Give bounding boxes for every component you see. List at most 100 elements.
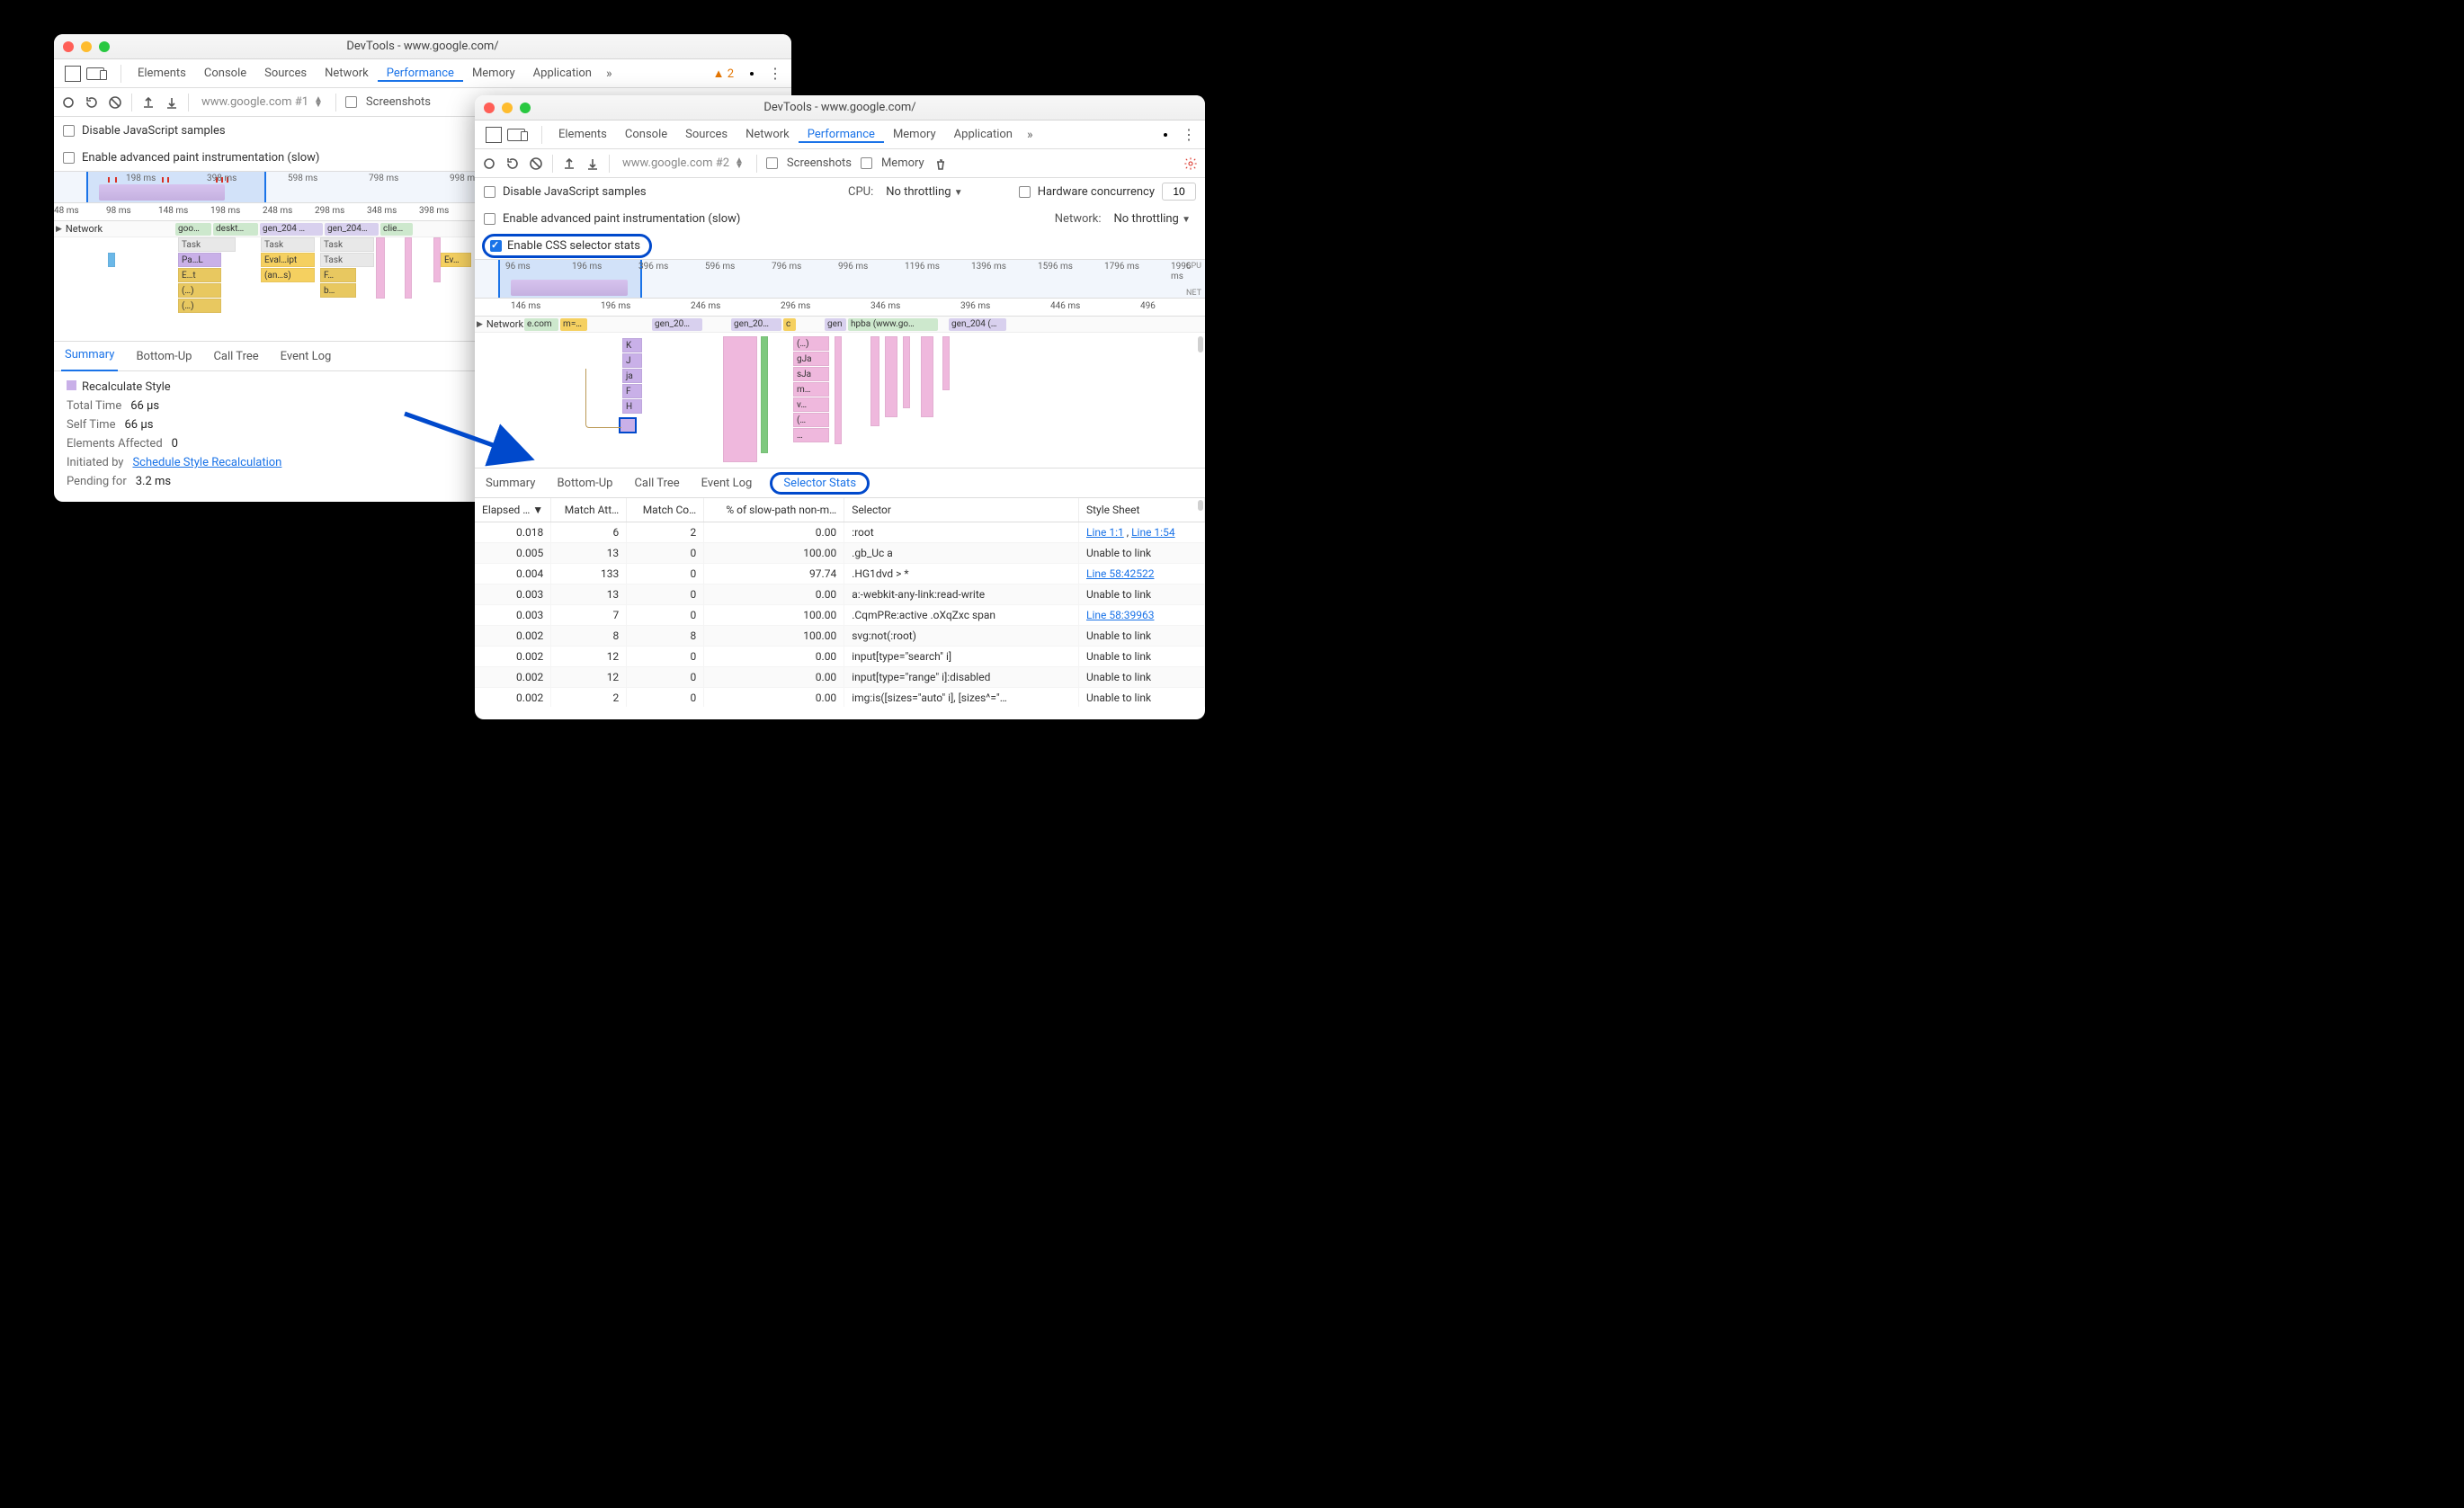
tab-performance[interactable]: Performance [799, 128, 884, 143]
cpu-throttle-select[interactable]: No throttling ▼ [880, 185, 968, 199]
settings-icon[interactable] [1158, 128, 1173, 142]
network-throttle-select[interactable]: No throttling ▼ [1109, 212, 1196, 226]
kebab-icon[interactable]: ⋮ [1182, 126, 1196, 143]
upload-icon[interactable] [562, 156, 576, 171]
table-row[interactable]: 0.004133097.74.HG1dvd > *Line 58:42522 [475, 564, 1205, 584]
tab-sources[interactable]: Sources [255, 67, 316, 80]
net-bar[interactable]: deskt… [213, 223, 258, 236]
memory-checkbox[interactable] [861, 157, 872, 169]
reload-record-icon[interactable] [505, 156, 520, 171]
hw-concurrency-input[interactable] [1162, 183, 1196, 201]
minimize-icon[interactable] [502, 103, 513, 113]
detail-tab-summary[interactable]: Summary [61, 341, 118, 371]
time-ruler[interactable]: 146 ms196 ms246 ms296 ms346 ms396 ms446 … [475, 299, 1205, 317]
tab-application[interactable]: Application [524, 67, 601, 80]
download-icon[interactable] [585, 156, 600, 171]
titlebar[interactable]: DevTools - www.google.com/ [475, 95, 1205, 120]
initiated-link[interactable]: Schedule Style Recalculation [132, 456, 281, 469]
tab-elements[interactable]: Elements [549, 128, 616, 141]
zoom-icon[interactable] [99, 41, 110, 52]
color-swatch [67, 380, 76, 390]
timeline-overview[interactable]: CPU NET 96 ms196 ms396 ms596 ms796 ms996… [475, 259, 1205, 299]
table-row[interactable]: 0.00370100.00.CqmPRe:active .oXqZxc span… [475, 605, 1205, 626]
network-track[interactable]: ▶Network e.com m=… gen_20… gen_20… c gen… [475, 317, 1205, 333]
detail-tab-bottom-up[interactable]: Bottom-Up [553, 477, 616, 490]
table-row[interactable]: 0.005130100.00.gb_Uc aUnable to link [475, 543, 1205, 564]
detail-tab-summary[interactable]: Summary [482, 477, 539, 490]
settings-icon[interactable] [745, 67, 759, 81]
table-row[interactable]: 0.018620.00:rootLine 1:1 , Line 1:54 [475, 522, 1205, 543]
recording-select[interactable]: www.google.com #2▲▼ [619, 156, 747, 170]
hw-concurrency-checkbox[interactable] [1019, 186, 1031, 198]
close-icon[interactable] [484, 103, 495, 113]
clear-icon[interactable] [529, 156, 543, 171]
net-bar[interactable]: goo… [175, 223, 211, 236]
stylesheet-link[interactable]: Line 1:54 [1131, 526, 1175, 539]
tab-elements[interactable]: Elements [129, 67, 195, 80]
inspect-icon[interactable] [486, 127, 502, 143]
zoom-icon[interactable] [520, 103, 531, 113]
warning-badge[interactable]: ▲ 2 [713, 67, 734, 81]
tab-application[interactable]: Application [945, 128, 1022, 141]
tab-network[interactable]: Network [737, 128, 799, 141]
detail-tab-event-log[interactable]: Event Log [277, 350, 335, 363]
tab-console[interactable]: Console [195, 67, 255, 80]
recording-select[interactable]: www.google.com #1▲▼ [198, 95, 326, 109]
tab-console[interactable]: Console [616, 128, 676, 141]
table-row[interactable]: 0.002200.00img:is([sizes="auto" i], [siz… [475, 688, 1205, 708]
col-header[interactable]: Match Co… [627, 498, 704, 522]
stylesheet-link[interactable]: Line 58:42522 [1086, 567, 1154, 580]
table-row[interactable]: 0.00288100.00svg:not(:root)Unable to lin… [475, 626, 1205, 647]
screenshots-checkbox[interactable] [766, 157, 778, 169]
detail-tab-call-tree[interactable]: Call Tree [630, 477, 683, 490]
minimize-icon[interactable] [81, 41, 92, 52]
titlebar[interactable]: DevTools - www.google.com/ [54, 34, 791, 59]
table-row[interactable]: 0.0021200.00input[type="range" i]:disabl… [475, 667, 1205, 688]
paint-checkbox[interactable] [484, 213, 495, 225]
device-toggle-icon[interactable] [507, 129, 525, 141]
col-header[interactable]: Selector [844, 498, 1079, 522]
record-icon[interactable] [61, 95, 76, 110]
stylesheet-link[interactable]: Line 1:1 [1086, 526, 1124, 539]
detail-tab-event-log[interactable]: Event Log [698, 477, 756, 490]
disable-js-checkbox[interactable] [484, 186, 495, 198]
download-icon[interactable] [165, 95, 179, 110]
net-bar[interactable]: gen_204… [325, 223, 379, 236]
disable-js-checkbox[interactable] [63, 125, 75, 137]
gc-icon[interactable] [933, 156, 948, 171]
capture-settings-icon[interactable] [1183, 156, 1198, 171]
device-toggle-icon[interactable] [86, 67, 104, 80]
net-bar[interactable]: clie… [380, 223, 413, 236]
selector-stats-table[interactable]: Elapsed … ▼Match Att…Match Co…% of slow-… [475, 498, 1205, 707]
flame-chart[interactable]: K J ja F H (…) gJa sJa m… v… (… … [475, 333, 1205, 468]
css-selector-stats-toggle[interactable]: Enable CSS selector stats [482, 234, 652, 258]
tab-performance[interactable]: Performance [378, 67, 463, 82]
reload-record-icon[interactable] [85, 95, 99, 110]
kebab-icon[interactable]: ⋮ [768, 65, 782, 82]
net-bar[interactable]: gen_204 … [260, 223, 323, 236]
stylesheet-link[interactable]: Line 58:39963 [1086, 609, 1154, 621]
col-header[interactable]: Style Sheet [1079, 498, 1205, 522]
table-row[interactable]: 0.0021200.00input[type="search" i]Unable… [475, 647, 1205, 667]
css-stats-checkbox[interactable] [490, 240, 502, 252]
detail-tab-call-tree[interactable]: Call Tree [210, 350, 262, 363]
table-row[interactable]: 0.0031300.00a:-webkit-any-link:read-writ… [475, 584, 1205, 605]
screenshots-checkbox[interactable] [345, 96, 357, 108]
tab-memory[interactable]: Memory [884, 128, 945, 141]
clear-icon[interactable] [108, 95, 122, 110]
tab-sources[interactable]: Sources [676, 128, 737, 141]
col-header[interactable]: % of slow-path non-m… [704, 498, 844, 522]
col-header[interactable]: Elapsed … ▼ [475, 498, 551, 522]
inspect-icon[interactable] [65, 66, 81, 82]
detail-tab-selector-stats[interactable]: Selector Stats [770, 472, 870, 495]
col-header[interactable]: Match Att… [551, 498, 627, 522]
detail-tab-bottom-up[interactable]: Bottom-Up [132, 350, 195, 363]
upload-icon[interactable] [141, 95, 156, 110]
paint-checkbox[interactable] [63, 152, 75, 164]
tab-memory[interactable]: Memory [463, 67, 524, 80]
record-icon[interactable] [482, 156, 496, 171]
tab-network[interactable]: Network [316, 67, 378, 80]
close-icon[interactable] [63, 41, 74, 52]
more-tabs-icon[interactable]: » [606, 67, 612, 81]
more-tabs-icon[interactable]: » [1027, 128, 1033, 142]
